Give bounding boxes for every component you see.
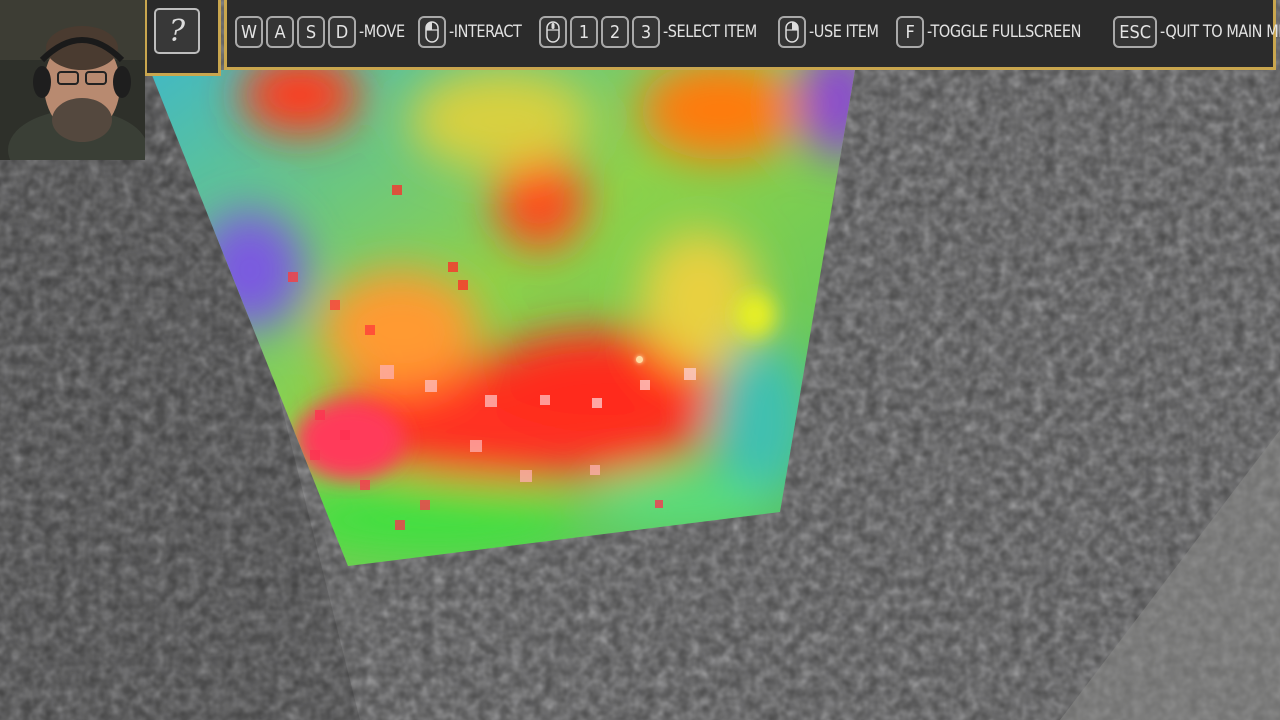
key-2: 2 (600, 16, 629, 48)
key-f: F (896, 16, 925, 48)
key-a: A (266, 16, 295, 48)
right-mouse-button-icon (778, 16, 807, 48)
quit-label: -QUIT TO MAIN MENU (1160, 22, 1280, 42)
help-panel: ? (145, 0, 221, 76)
move-label: -MOVE (359, 22, 405, 42)
use-item-label: -USE ITEM (809, 22, 879, 42)
crosshair-icon (636, 356, 643, 363)
help-button[interactable]: ? (154, 8, 200, 54)
key-w: W (235, 16, 264, 48)
controls-row: W A S D -MOVE -INTERACT 1 2 3 -SELECT IT… (235, 14, 1280, 50)
key-3: 3 (631, 16, 660, 48)
key-d: D (328, 16, 357, 48)
toggle-fullscreen-label: -TOGGLE FULLSCREEN (927, 22, 1082, 42)
streamer-portrait (0, 0, 145, 160)
select-item-label: -SELECT ITEM (662, 22, 757, 42)
interact-label: -INTERACT (448, 22, 522, 42)
controls-hud: W A S D -MOVE -INTERACT 1 2 3 -SELECT IT… (224, 0, 1280, 70)
key-s: S (297, 16, 326, 48)
webcam-overlay (0, 0, 145, 160)
key-esc: ESC (1113, 16, 1158, 48)
left-mouse-button-icon (417, 16, 446, 48)
key-1: 1 (569, 16, 598, 48)
mouse-scroll-wheel-icon (538, 16, 567, 48)
